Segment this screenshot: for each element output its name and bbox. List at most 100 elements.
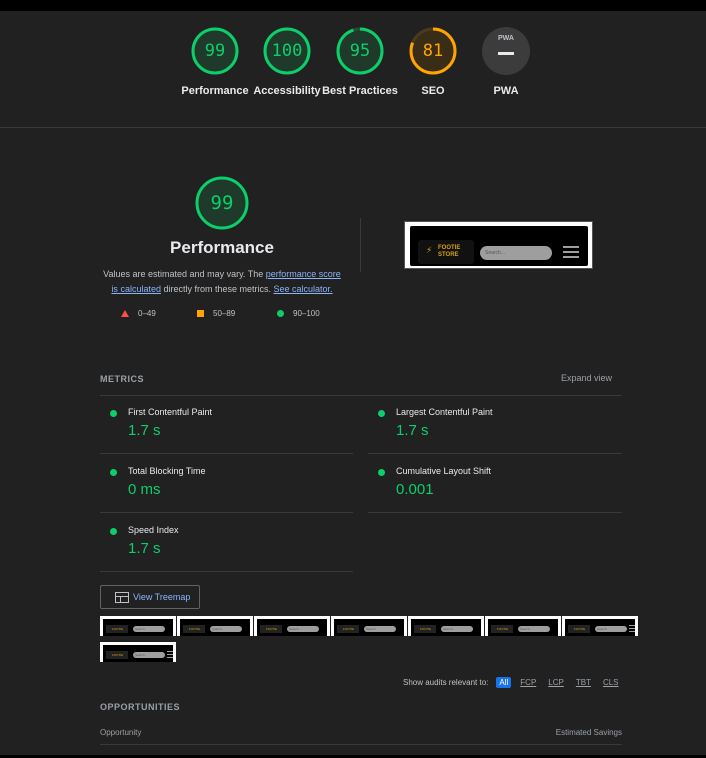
- gauge-seo[interactable]: 81 SEO: [393, 26, 473, 98]
- site-logo: FOOTIE: [491, 625, 513, 633]
- hamburger-icon: [167, 651, 173, 658]
- filmstrip-frame: FOOTIE Search...: [254, 616, 330, 636]
- pwa-icon: PWA: [481, 26, 531, 76]
- legend-label: 0–49: [138, 309, 156, 318]
- gauge-performance[interactable]: 99 Performance: [175, 26, 255, 98]
- gauge-label: PWA: [493, 85, 519, 97]
- bolt-icon: ⚡: [426, 245, 433, 255]
- filmstrip-frame: FOOTIE Search...: [100, 642, 176, 662]
- opportunities-heading: OPPORTUNITIES: [100, 702, 181, 712]
- legend-label: 90–100: [293, 309, 320, 318]
- site-search-input: Search...: [480, 246, 552, 260]
- filmstrip: FOOTIE Search... FOOTIE Search... FOOTIE Se…: [100, 616, 645, 662]
- filmstrip-frame: FOOTIE Search...: [177, 616, 253, 636]
- performance-gauge: 99: [194, 175, 250, 231]
- metric-name: Cumulative Layout Shift: [396, 466, 492, 476]
- site-logo: FOOTIE: [260, 625, 282, 633]
- site-search-input: Search...: [595, 626, 627, 632]
- gauge-label: Accessibility: [253, 85, 321, 97]
- gauge-ring: 99: [190, 26, 240, 76]
- metric-value: 0.001: [396, 481, 434, 498]
- filmstrip-frame: FOOTIE Search...: [331, 616, 407, 636]
- triangle-icon: [121, 310, 129, 317]
- metric-name: First Contentful Paint: [128, 407, 213, 417]
- site-search-input: Search...: [364, 626, 396, 632]
- divider: [100, 571, 353, 572]
- square-icon: [197, 310, 204, 317]
- pass-icon: [110, 469, 117, 476]
- metric-value: 1.7 s: [128, 422, 161, 439]
- site-logo: FOOTIE: [414, 625, 436, 633]
- filmstrip-frame: FOOTIE Search...: [485, 616, 561, 636]
- gauge-label: Best Practices: [322, 85, 398, 97]
- filter-label: Show audits relevant to:: [403, 678, 489, 687]
- metrics-heading: METRICS: [100, 374, 144, 384]
- filmstrip-frame: FOOTIE Search...: [562, 616, 638, 636]
- opportunity-column: Opportunity: [100, 728, 142, 737]
- gauge-ring: 81: [408, 26, 458, 76]
- gauge-pwa[interactable]: PWA PWA: [466, 26, 546, 98]
- site-logo: FOOTIE: [106, 625, 128, 633]
- filmstrip-frame: FOOTIE Search...: [100, 616, 176, 636]
- gauge-ring: 95: [335, 26, 385, 76]
- legend-average: 50–89: [197, 309, 235, 318]
- pass-icon: [378, 410, 385, 417]
- final-screenshot[interactable]: ⚡ FOOTIE STORE Search...: [404, 221, 593, 269]
- hamburger-icon: [563, 246, 579, 260]
- metric-name: Speed Index: [128, 525, 179, 535]
- gauge-best-practices[interactable]: 95 Best Practices: [320, 26, 400, 98]
- gauge-score: 81: [422, 41, 444, 61]
- site-logo: FOOTIE: [183, 625, 205, 633]
- metric-name: Total Blocking Time: [128, 466, 206, 476]
- desc-text: Values are estimated and may vary. The: [103, 269, 266, 279]
- expand-view-toggle[interactable]: Expand view: [540, 373, 612, 383]
- site-logo: FOOTIE: [568, 625, 590, 633]
- view-treemap-button[interactable]: View Treemap: [100, 585, 200, 609]
- site-search-input: Search...: [441, 626, 473, 632]
- site-logo: FOOTIE: [337, 625, 359, 633]
- desc-text: directly from these metrics.: [160, 284, 274, 294]
- gauge-score: 95: [349, 41, 371, 61]
- gauge-ring: 100: [262, 26, 312, 76]
- legend-label: 50–89: [213, 309, 236, 318]
- filter-tbt[interactable]: TBT: [573, 677, 594, 688]
- circle-icon: [277, 310, 284, 317]
- pwa-badge-text: PWA: [498, 35, 514, 42]
- site-search-input: Search...: [210, 626, 242, 632]
- site-logo: FOOTIE: [106, 651, 128, 659]
- legend-fail: 0–49: [121, 309, 156, 318]
- metric-name: Largest Contentful Paint: [396, 407, 493, 417]
- filter-lcp[interactable]: LCP: [545, 677, 567, 688]
- see-calculator-link[interactable]: See calculator.: [274, 284, 333, 294]
- legend-pass: 90–100: [277, 309, 320, 318]
- estimated-savings-column: Estimated Savings: [555, 728, 622, 737]
- logo-line: STORE: [438, 252, 459, 258]
- metric-value: 0 ms: [128, 481, 161, 498]
- gauge-accessibility[interactable]: 100 Accessibility: [247, 26, 327, 98]
- pass-icon: [110, 528, 117, 535]
- divider: [100, 395, 622, 396]
- performance-score: 99: [210, 192, 234, 214]
- site-search-input: Search...: [133, 652, 165, 658]
- divider: [368, 512, 622, 513]
- treemap-label: View Treemap: [133, 592, 191, 602]
- divider: [368, 453, 622, 454]
- filter-fcp[interactable]: FCP: [517, 677, 539, 688]
- pass-icon: [378, 469, 385, 476]
- gauge-label: Performance: [181, 85, 249, 97]
- divider: [100, 453, 353, 454]
- divider: [100, 744, 622, 745]
- gauge-score: 99: [204, 41, 226, 61]
- performance-description: Values are estimated and may vary. The p…: [100, 267, 344, 297]
- audit-filter-bar: Show audits relevant to: All FCP LCP TBT…: [403, 677, 628, 688]
- site-search-input: Search...: [287, 626, 319, 632]
- divider: [100, 512, 353, 513]
- metric-value: 1.7 s: [128, 540, 161, 557]
- top-bar: [0, 0, 706, 11]
- hamburger-icon: [629, 625, 635, 632]
- metric-value: 1.7 s: [396, 422, 429, 439]
- site-search-input: Search...: [133, 626, 165, 632]
- pass-icon: [110, 410, 117, 417]
- filter-all[interactable]: All: [496, 677, 512, 688]
- filter-cls[interactable]: CLS: [600, 677, 622, 688]
